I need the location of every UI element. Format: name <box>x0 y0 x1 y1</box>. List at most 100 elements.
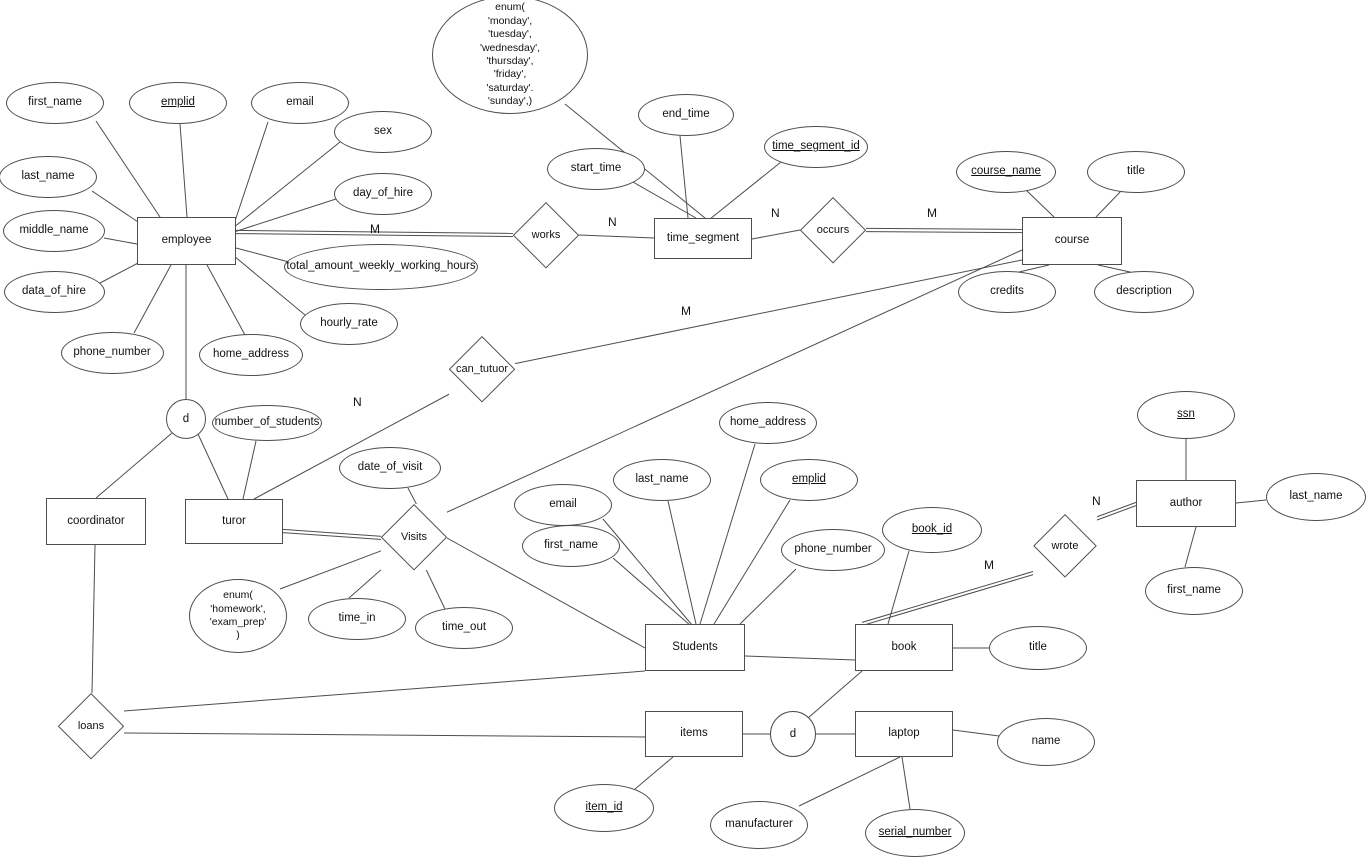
attribute-vis-time_out[interactable]: time_out <box>415 607 513 649</box>
attribute-label: time_segment_id <box>772 140 860 153</box>
attribute-crs-title[interactable]: title <box>1087 151 1185 193</box>
edge <box>1235 499 1267 504</box>
attribute-ts-enum-days[interactable]: enum( 'monday', 'tuesday', 'wednesday', … <box>432 0 588 114</box>
attribute-it-item_id[interactable]: item_id <box>554 784 654 832</box>
cardinality-card-works-n: N <box>608 215 617 229</box>
attribute-auth-last_name[interactable]: last_name <box>1266 473 1366 521</box>
attribute-label: enum( 'homework', 'exam_prep' ) <box>209 589 267 642</box>
relationship-wrote[interactable]: wrote <box>1033 514 1097 578</box>
attribute-label: last_name <box>21 170 75 183</box>
attribute-emp-total_hours[interactable]: total_amount_weekly_working_hours <box>284 244 478 290</box>
edge <box>235 247 290 263</box>
attribute-emp-phone_number[interactable]: phone_number <box>60 332 164 374</box>
attribute-label: ssn <box>1177 408 1195 421</box>
edge <box>713 499 791 625</box>
entity-label: course <box>1054 234 1090 247</box>
specialization-d-items[interactable]: d <box>770 711 816 757</box>
entity-items[interactable]: items <box>645 711 743 757</box>
edge <box>751 229 801 240</box>
relationship-occurs[interactable]: occurs <box>800 197 866 263</box>
entity-book[interactable]: book <box>855 624 953 671</box>
edge <box>123 670 646 712</box>
attribute-auth-first_name[interactable]: first_name <box>1145 567 1243 615</box>
relationship-visits[interactable]: Visits <box>381 504 447 570</box>
attribute-ts-end_time[interactable]: end_time <box>638 94 734 136</box>
attribute-emp-hourly_rate[interactable]: hourly_rate <box>300 303 398 345</box>
attribute-label: first_name <box>544 539 598 552</box>
attribute-emp-email[interactable]: email <box>251 82 349 124</box>
entity-label: items <box>680 727 708 740</box>
attribute-label: start_time <box>570 162 622 175</box>
attribute-ts-start_time[interactable]: start_time <box>547 148 645 190</box>
edge <box>232 141 341 229</box>
attribute-label: serial_number <box>878 826 952 839</box>
cardinality-card-occurs-m: M <box>927 206 937 220</box>
attribute-label: total_amount_weekly_working_hours <box>286 260 476 273</box>
attribute-crs-description[interactable]: description <box>1094 271 1194 313</box>
edge <box>798 756 901 807</box>
entity-label: Students <box>672 640 718 653</box>
entity-time_segment[interactable]: time_segment <box>654 218 752 259</box>
edge <box>1095 189 1123 218</box>
attribute-stu-last_name[interactable]: last_name <box>613 459 711 501</box>
attribute-vis-time_in[interactable]: time_in <box>308 598 406 640</box>
relationship-loans[interactable]: loans <box>58 693 124 759</box>
relationship-label: can_tutuor <box>456 363 508 375</box>
attribute-bk-title[interactable]: title <box>989 626 1087 670</box>
attribute-crs-credits[interactable]: credits <box>958 271 1056 313</box>
entity-students[interactable]: Students <box>645 624 745 671</box>
attribute-stu-first_name[interactable]: first_name <box>522 525 620 567</box>
relationship-works[interactable]: works <box>513 202 579 268</box>
attribute-tur-number_students[interactable]: number_of_students <box>212 405 322 441</box>
entity-course[interactable]: course <box>1022 217 1122 265</box>
entity-label: employee <box>161 234 212 247</box>
edge-double <box>865 227 1023 234</box>
attribute-emp-middle_name[interactable]: middle_name <box>3 210 105 252</box>
edge <box>133 264 172 334</box>
attribute-label: number_of_students <box>214 416 320 429</box>
specialization-label: d <box>789 728 797 740</box>
entity-author[interactable]: author <box>1136 480 1236 527</box>
edge <box>99 261 141 284</box>
attribute-emp-first_name[interactable]: first_name <box>6 82 104 124</box>
entity-turor[interactable]: turor <box>185 499 283 544</box>
entity-coordinator[interactable]: coordinator <box>46 498 146 545</box>
edge <box>512 259 1023 365</box>
attribute-stu-home_address[interactable]: home_address <box>719 402 817 444</box>
specialization-d-employee[interactable]: d <box>166 399 206 439</box>
attribute-stu-phone_number[interactable]: phone_number <box>781 529 885 571</box>
edge <box>431 249 1023 520</box>
attribute-emp-day_of_hire[interactable]: day_of_hire <box>334 173 432 215</box>
entity-label: laptop <box>888 727 920 740</box>
edge <box>887 550 910 625</box>
attribute-crs-course_name[interactable]: course_name <box>956 151 1056 193</box>
relationship-can_tutuor[interactable]: can_tutuor <box>449 336 515 402</box>
attribute-stu-email[interactable]: email <box>514 484 612 526</box>
attribute-lt-serial_number[interactable]: serial_number <box>865 809 965 857</box>
entity-laptop[interactable]: laptop <box>855 711 953 757</box>
attribute-label: name <box>1031 735 1061 748</box>
attribute-ts-segment_id[interactable]: time_segment_id <box>764 126 868 168</box>
cardinality-card-works-m: M <box>370 222 380 236</box>
entity-label: author <box>1169 496 1203 509</box>
entity-employee[interactable]: employee <box>137 217 236 265</box>
attribute-label: description <box>1116 285 1172 298</box>
cardinality-card-occurs-n: N <box>771 206 780 220</box>
attribute-vis-enum-type[interactable]: enum( 'homework', 'exam_prep' ) <box>189 579 287 653</box>
attribute-lt-manufacturer[interactable]: manufacturer <box>710 801 808 849</box>
attribute-emp-emplid[interactable]: emplid <box>129 82 227 124</box>
attribute-emp-sex[interactable]: sex <box>334 111 432 153</box>
attribute-label: sex <box>374 125 392 138</box>
attribute-label: home_address <box>729 416 807 429</box>
attribute-lt-name[interactable]: name <box>997 718 1095 766</box>
attribute-bk-book_id[interactable]: book_id <box>882 507 982 553</box>
attribute-emp-data_of_hire[interactable]: data_of_hire <box>3 271 105 313</box>
attribute-label: item_id <box>585 801 623 814</box>
edge <box>206 264 246 336</box>
entity-label: time_segment <box>666 231 740 244</box>
attribute-emp-last_name[interactable]: last_name <box>0 156 97 198</box>
attribute-auth-ssn[interactable]: ssn <box>1137 391 1235 439</box>
attribute-emp-home_address[interactable]: home_address <box>199 334 303 376</box>
attribute-vis-date_of_visit[interactable]: date_of_visit <box>339 447 441 489</box>
attribute-stu-emplid[interactable]: emplid <box>760 459 858 501</box>
